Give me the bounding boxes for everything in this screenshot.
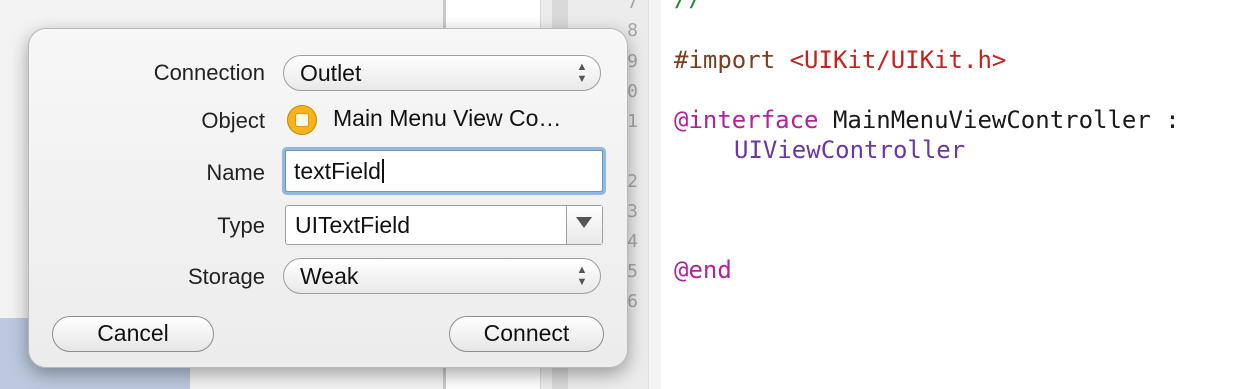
object-label: Object	[201, 108, 265, 133]
view-controller-icon	[287, 105, 317, 135]
type-value: UITextField	[295, 212, 411, 238]
line-number: 7	[627, 0, 638, 13]
connection-popup[interactable]: Outlet ▲ ▼	[283, 55, 601, 91]
connection-popover: Connection Outlet ▲ ▼ Object Main Menu Vi…	[28, 28, 628, 368]
cancel-button[interactable]: Cancel	[52, 316, 214, 352]
dropdown-arrow-icon	[576, 217, 592, 228]
text-caret	[381, 159, 384, 183]
name-field[interactable]: textField	[285, 150, 603, 192]
name-label: Name	[206, 160, 265, 185]
storage-label: Storage	[187, 264, 265, 289]
connection-value: Outlet	[300, 60, 362, 86]
connect-button[interactable]: Connect	[449, 316, 604, 352]
storage-popup[interactable]: Weak ▲ ▼	[283, 258, 601, 294]
storage-value: Weak	[300, 263, 359, 289]
interface-keyword: @interface	[674, 106, 819, 134]
type-dropdown-button[interactable]	[566, 206, 602, 244]
name-value: textField	[294, 158, 384, 185]
updown-chevron-icon: ▲ ▼	[576, 264, 588, 288]
updown-chevron-icon: ▲ ▼	[576, 61, 588, 85]
class-declaration: MainMenuViewController :	[818, 106, 1180, 134]
code-interface-line: @interface MainMenuViewController :	[674, 106, 1180, 134]
import-keyword: #import	[674, 46, 776, 74]
code-comment: //	[674, 0, 703, 12]
connection-label: Connection	[153, 60, 265, 85]
end-keyword: @end	[674, 256, 732, 284]
editor-ribbon	[648, 0, 661, 389]
superclass-name: UIViewController	[734, 136, 966, 164]
import-path: <UIKit/UIKit.h>	[789, 46, 1007, 74]
type-combobox[interactable]: UITextField	[285, 205, 603, 245]
code-import-line: #import <UIKit/UIKit.h>	[674, 46, 1006, 74]
object-value: Main Menu View Co…	[333, 105, 562, 131]
type-label: Type	[217, 213, 265, 238]
